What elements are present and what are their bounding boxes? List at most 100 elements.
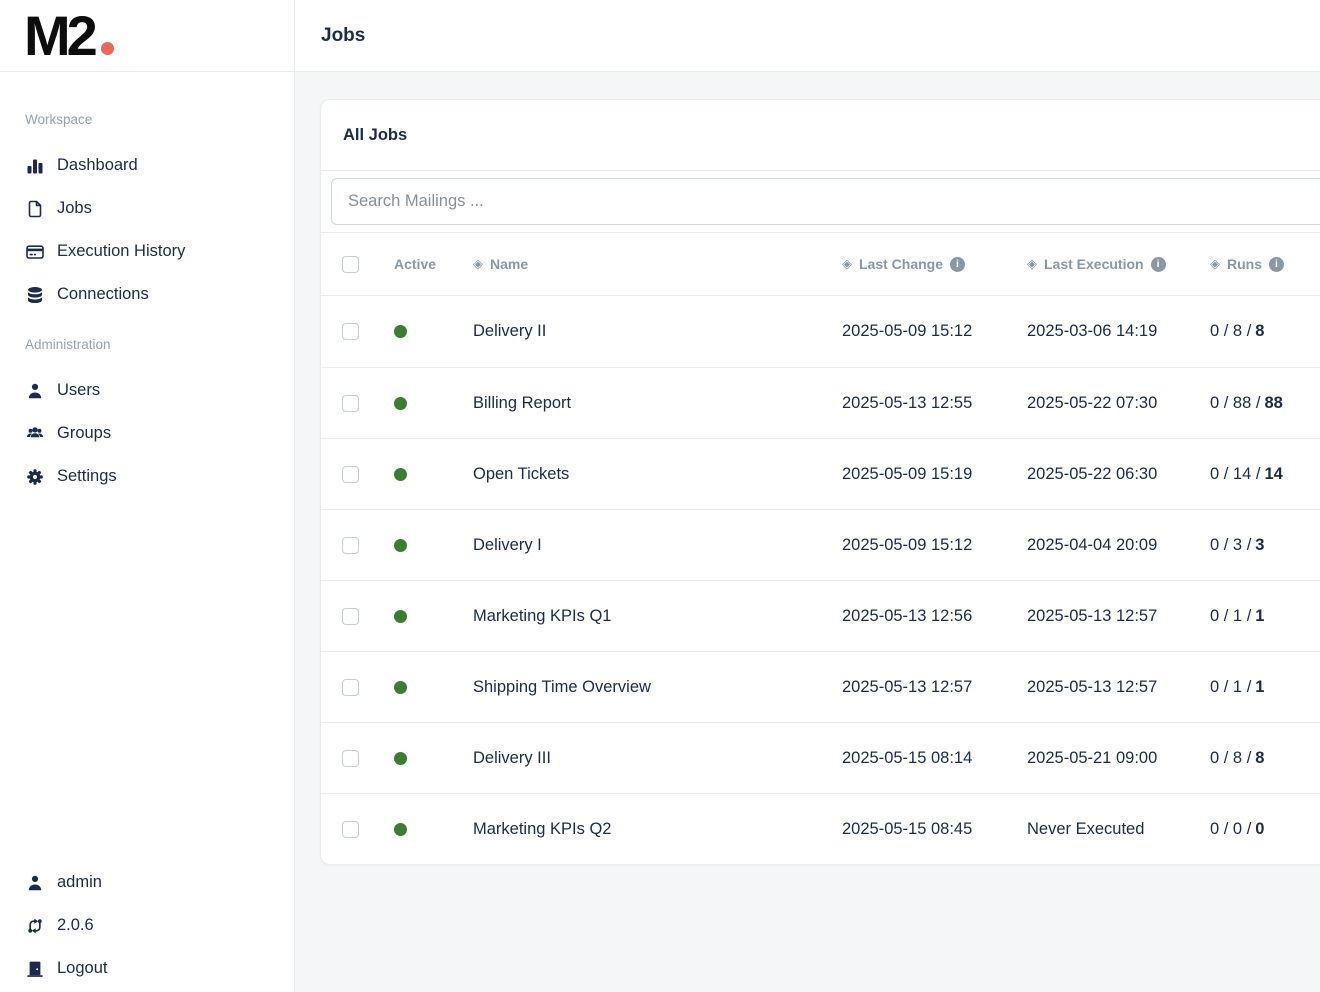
logo[interactable]: M2 <box>0 0 294 72</box>
sort-icon: ◈ <box>842 258 852 271</box>
sidebar-item-label: Dashboard <box>57 156 138 175</box>
last-execution-cell: Never Executed <box>1027 820 1210 839</box>
row-checkbox[interactable] <box>342 679 359 696</box>
row-checkbox[interactable] <box>342 750 359 767</box>
row-checkbox[interactable] <box>342 537 359 554</box>
job-name-cell[interactable]: Delivery II <box>473 322 842 341</box>
row-checkbox[interactable] <box>342 821 359 838</box>
file-icon <box>25 200 45 218</box>
table-row[interactable]: Marketing KPIs Q1 2025-05-13 12:56 2025-… <box>321 580 1320 651</box>
row-select-cell <box>321 821 394 838</box>
table-body: Delivery II 2025-05-09 15:12 2025-03-06 … <box>321 296 1320 864</box>
sidebar-item-label: Users <box>57 381 100 400</box>
runs-value: 0 / 8 / <box>1210 749 1251 768</box>
runs-total-value: 8 <box>1255 749 1264 768</box>
row-checkbox[interactable] <box>342 323 359 340</box>
sidebar-item-jobs[interactable]: Jobs <box>25 187 294 230</box>
search-input[interactable] <box>331 178 1320 225</box>
last-change-value: 2025-05-09 15:12 <box>842 322 972 341</box>
job-name: Marketing KPIs Q1 <box>473 607 611 626</box>
last-change-value: 2025-05-13 12:57 <box>842 678 972 697</box>
last-execution-value: 2025-05-22 07:30 <box>1027 394 1157 413</box>
door-icon <box>25 960 45 978</box>
runs-cell: 0 / 1 / 1 <box>1210 607 1320 626</box>
card-header: All Jobs <box>321 100 1320 171</box>
job-name-cell[interactable]: Open Tickets <box>473 465 842 484</box>
last-execution-value: 2025-05-21 09:00 <box>1027 749 1157 768</box>
last-change-value: 2025-05-15 08:14 <box>842 749 972 768</box>
sidebar-nav: Workspace Dashboard Jobs Execution Histo… <box>0 72 294 861</box>
sidebar-item-label: Settings <box>57 467 117 486</box>
sidebar-item-admin-user[interactable]: admin <box>25 861 294 904</box>
runs-value: 0 / 88 / <box>1210 394 1260 413</box>
sidebar-item-groups[interactable]: Groups <box>25 412 294 455</box>
info-icon[interactable]: i <box>1151 257 1166 272</box>
select-all-checkbox[interactable] <box>342 256 359 273</box>
job-name: Marketing KPIs Q2 <box>473 820 611 839</box>
current-user-label: admin <box>57 873 102 892</box>
table-row[interactable]: Shipping Time Overview 2025-05-13 12:57 … <box>321 651 1320 722</box>
column-header-last-execution[interactable]: ◈ Last Execution i <box>1027 256 1210 272</box>
job-name: Delivery III <box>473 749 551 768</box>
last-execution-value: 2025-05-13 12:57 <box>1027 678 1157 697</box>
table-row[interactable]: Marketing KPIs Q2 2025-05-15 08:45 Never… <box>321 793 1320 864</box>
row-select-cell <box>321 537 394 554</box>
table-row[interactable]: Open Tickets 2025-05-09 15:19 2025-05-22… <box>321 438 1320 509</box>
job-name-cell[interactable]: Marketing KPIs Q2 <box>473 820 842 839</box>
runs-value: 0 / 1 / <box>1210 607 1251 626</box>
row-checkbox[interactable] <box>342 395 359 412</box>
sidebar-item-connections[interactable]: Connections <box>25 273 294 316</box>
sidebar-item-version[interactable]: 2.0.6 <box>25 904 294 947</box>
job-name-cell[interactable]: Delivery I <box>473 536 842 555</box>
sidebar-item-dashboard[interactable]: Dashboard <box>25 144 294 187</box>
sidebar-footer: admin 2.0.6 Logout <box>0 861 294 992</box>
runs-total-value: 8 <box>1255 322 1264 341</box>
column-header-name[interactable]: ◈ Name <box>473 256 842 272</box>
column-header-runs[interactable]: ◈ Runs i <box>1210 256 1320 272</box>
row-checkbox[interactable] <box>342 466 359 483</box>
last-execution-value: 2025-05-13 12:57 <box>1027 607 1157 626</box>
sidebar-item-label: Jobs <box>57 199 92 218</box>
sort-icon: ◈ <box>473 258 483 271</box>
table-row[interactable]: Delivery I 2025-05-09 15:12 2025-04-04 2… <box>321 509 1320 580</box>
active-status-dot <box>394 539 407 552</box>
user-icon <box>25 382 45 400</box>
job-name-cell[interactable]: Delivery III <box>473 749 842 768</box>
row-checkbox[interactable] <box>342 608 359 625</box>
table-header-row: Active ◈ Name ◈ Last Change i ◈ <box>321 233 1320 296</box>
job-name-cell[interactable]: Shipping Time Overview <box>473 678 842 697</box>
card-title: All Jobs <box>343 126 407 145</box>
last-execution-value: Never Executed <box>1027 820 1144 839</box>
active-cell <box>394 752 473 765</box>
section-label-administration: Administration <box>25 335 294 355</box>
active-cell <box>394 468 473 481</box>
active-status-dot <box>394 468 407 481</box>
last-execution-cell: 2025-05-22 07:30 <box>1027 394 1210 413</box>
active-status-dot <box>394 681 407 694</box>
sidebar-item-users[interactable]: Users <box>25 369 294 412</box>
table-row[interactable]: Delivery III 2025-05-15 08:14 2025-05-21… <box>321 722 1320 793</box>
user-icon <box>25 874 45 892</box>
jobs-card: All Jobs Active ◈ <box>320 99 1320 865</box>
job-name: Shipping Time Overview <box>473 678 651 697</box>
table-row[interactable]: Delivery II 2025-05-09 15:12 2025-03-06 … <box>321 296 1320 367</box>
last-execution-cell: 2025-05-13 12:57 <box>1027 678 1210 697</box>
job-name-cell[interactable]: Billing Report <box>473 394 842 413</box>
last-change-cell: 2025-05-09 15:19 <box>842 465 1027 484</box>
info-icon[interactable]: i <box>950 257 965 272</box>
last-change-value: 2025-05-13 12:55 <box>842 394 972 413</box>
users-icon <box>25 425 45 443</box>
sidebar-item-settings[interactable]: Settings <box>25 455 294 498</box>
job-name-cell[interactable]: Marketing KPIs Q1 <box>473 607 842 626</box>
sidebar-item-logout[interactable]: Logout <box>25 947 294 990</box>
last-change-cell: 2025-05-15 08:14 <box>842 749 1027 768</box>
active-cell <box>394 610 473 623</box>
sidebar-item-label: Connections <box>57 285 149 304</box>
runs-total-value: 1 <box>1255 607 1264 626</box>
last-execution-cell: 2025-05-22 06:30 <box>1027 465 1210 484</box>
column-header-last-change[interactable]: ◈ Last Change i <box>842 256 1027 272</box>
sidebar-item-execution-history[interactable]: Execution History <box>25 230 294 273</box>
row-select-cell <box>321 323 394 340</box>
table-row[interactable]: Billing Report 2025-05-13 12:55 2025-05-… <box>321 367 1320 438</box>
info-icon[interactable]: i <box>1269 257 1284 272</box>
